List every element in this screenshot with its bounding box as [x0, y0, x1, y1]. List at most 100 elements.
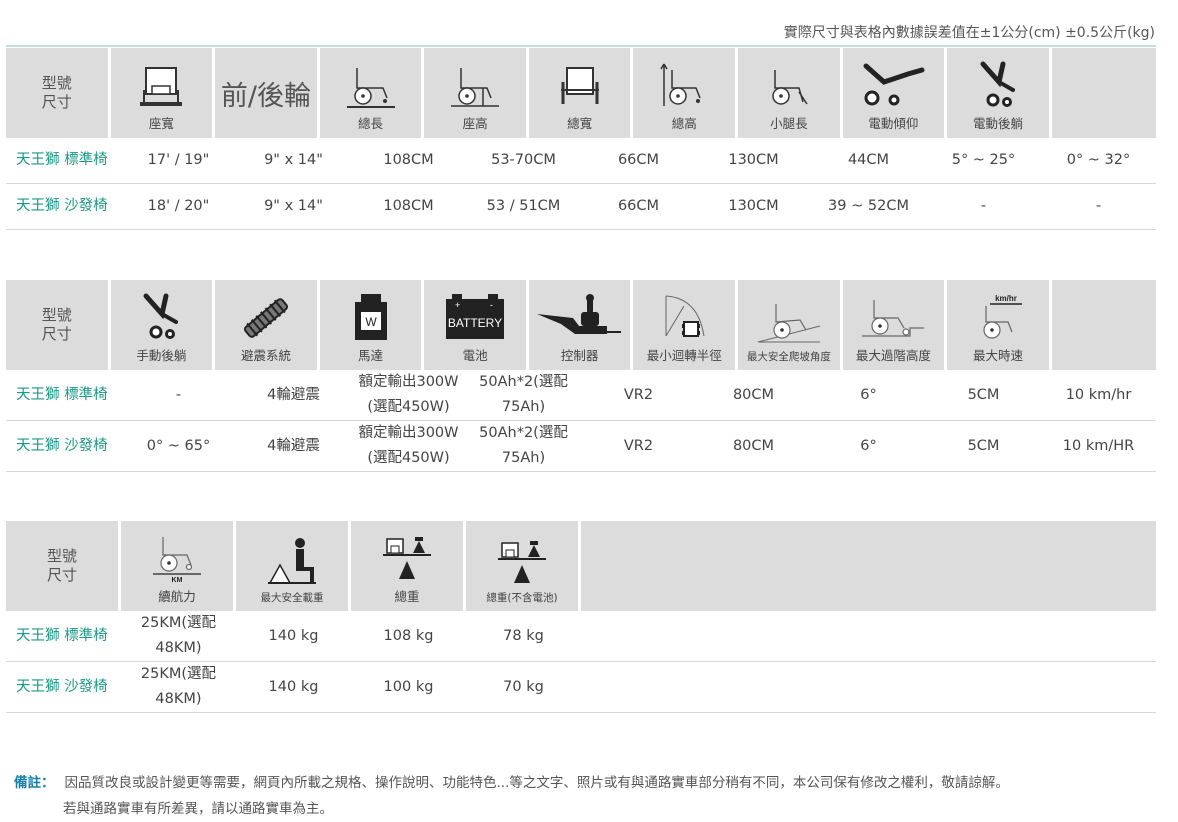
spec-table-performance: 型號 尺寸 手動後躺 避震系統 W 馬達 + - BATTERY 電池 控制器 …	[6, 280, 1157, 472]
model-size-header: 型號 尺寸	[6, 521, 121, 611]
max-load-value: 140 kg	[268, 678, 319, 695]
suspension-value: 4輪避震	[267, 437, 320, 454]
leg-length-icon	[772, 70, 808, 105]
motor-value: 額定輸出300W (選配450W)	[358, 374, 459, 415]
seat-width-value: 18' / 20"	[147, 198, 210, 214]
table-header-row: 型號 尺寸 手動後躺 避震系統 W 馬達 + - BATTERY 電池 控制器 …	[6, 280, 1157, 370]
remarks-line-2: 若與通路實車有所差異，請以通路實車為主。	[63, 801, 333, 817]
suspension-icon	[243, 298, 288, 338]
total-length-icon	[346, 68, 395, 108]
header-spacer	[1051, 280, 1157, 370]
total-width-value: 66CM	[617, 152, 660, 168]
model-name: 天王獅 標準椅	[16, 152, 108, 168]
model-name: 天王獅 標準椅	[16, 627, 108, 644]
header-label: 總長	[358, 116, 384, 131]
step-height-value: 5CM	[967, 386, 1000, 403]
slope-value: 6°	[860, 437, 877, 454]
model-label: 型號	[46, 547, 77, 565]
controller-value: VR2	[623, 437, 654, 454]
power-recline-icon	[980, 61, 1015, 107]
remarks-line-1: 因品質改良或設計變更等需要，網頁內所載之規格、操作說明、功能特色...等之文字、…	[64, 775, 1009, 791]
header-label: 總高	[671, 116, 697, 131]
header-label: 電動傾仰	[868, 116, 919, 131]
remarks-label: 備註：	[14, 775, 55, 791]
header-turning-radius: 最小迴轉半徑	[633, 280, 739, 370]
header-max-load: 最大安全載重	[236, 521, 351, 611]
total-height-value: 130CM	[728, 152, 779, 168]
header-label: 馬達	[358, 348, 384, 363]
spec-table-capacity: 型號 尺寸 KM 續航力 最大安全載重 總重 總重(不含電池) 天王獅 標準椅 …	[6, 521, 1156, 713]
header-label: 電池	[462, 348, 488, 363]
model-name: 天王獅 沙發椅	[16, 437, 108, 454]
wheels-text: 前/後輪	[220, 81, 311, 112]
model-size-header: 型號 尺寸	[6, 280, 111, 370]
battery-value: 50Ah*2(選配 75Ah)	[479, 425, 568, 466]
svg-text:+: +	[455, 300, 460, 310]
model-label: 型號	[41, 74, 72, 92]
header-total-height: 總高	[633, 48, 739, 138]
total-height-value: 130CM	[728, 198, 779, 214]
header-label: 續航力	[158, 589, 196, 604]
header-spacer	[1051, 48, 1157, 138]
size-label: 尺寸	[46, 566, 77, 584]
battery-value: 50Ah*2(選配 75Ah)	[479, 374, 568, 415]
svg-text:-: -	[490, 300, 493, 310]
header-range: KM 續航力	[121, 521, 236, 611]
seat-height-value: 53 / 51CM	[486, 198, 561, 214]
power-tilt-icon	[863, 63, 925, 106]
manual-recline-icon	[143, 293, 179, 339]
model-size-header: 型號 尺寸	[6, 48, 111, 138]
max-load-value: 140 kg	[268, 627, 319, 644]
table-header-row: 型號 尺寸 座寬 前/後輪 總長 座高 總寬 總高 小腿長 電動傾仰 電動後躺	[6, 48, 1157, 138]
header-label: 電動後躺	[972, 116, 1023, 131]
header-step-height: 最大過階高度	[843, 280, 948, 370]
weight-no-battery-value: 70 kg	[503, 678, 544, 695]
slope-value: 6°	[860, 386, 877, 403]
table-row: 天王獅 沙發椅 25KM(選配 48KM) 140 kg 100 kg 70 k…	[6, 662, 1156, 713]
weight-no-battery-value: 78 kg	[503, 627, 544, 644]
motor-icon-text: W	[365, 315, 377, 329]
battery-icon-text: BATTERY	[448, 316, 502, 330]
remarks: 備註： 因品質改良或設計變更等需要，網頁內所載之規格、操作說明、功能特色...等之…	[14, 770, 1164, 822]
header-label: 最大安全爬坡角度	[746, 351, 831, 363]
slope-icon	[757, 304, 820, 343]
total-width-value: 66CM	[617, 198, 660, 214]
header-label: 最大安全載重	[260, 592, 324, 604]
leg-length-value: 44CM	[847, 152, 890, 168]
model-name: 天王獅 標準椅	[16, 386, 108, 403]
top-divider	[6, 45, 1156, 47]
motor-icon: W	[354, 294, 387, 340]
model-name: 天王獅 沙發椅	[16, 678, 108, 695]
controller-value: VR2	[623, 386, 654, 403]
total-weight-value: 108 kg	[383, 627, 434, 644]
spec-table-dimensions: 型號 尺寸 座寬 前/後輪 總長 座高 總寬 總高 小腿長 電動傾仰 電動後躺 …	[6, 48, 1157, 230]
table-header-row: 型號 尺寸 KM 續航力 最大安全載重 總重 總重(不含電池)	[6, 521, 1156, 611]
size-label: 尺寸	[41, 325, 72, 343]
header-label: 最大過階高度	[855, 348, 931, 363]
step-height-icon	[862, 300, 925, 337]
power-recline-value: 0° ~ 32°	[1066, 152, 1131, 168]
total-width-icon	[560, 67, 599, 104]
header-motor: W 馬達	[320, 280, 425, 370]
step-height-value: 5CM	[967, 437, 1000, 454]
power-tilt-value: 5° ~ 25°	[951, 152, 1016, 168]
header-label: 手動後躺	[136, 348, 187, 363]
header-slope: 最大安全爬坡角度	[738, 280, 843, 370]
table-row: 天王獅 沙發椅 0° ~ 65° 4輪避震 額定輸出300W (選配450W) …	[6, 421, 1156, 472]
turning-radius-value: 80CM	[732, 386, 775, 403]
header-battery: + - BATTERY 電池	[424, 280, 529, 370]
header-total-width: 總寬	[529, 48, 634, 138]
size-label: 尺寸	[41, 93, 72, 111]
turning-radius-value: 80CM	[732, 437, 775, 454]
table-row: 天王獅 標準椅 17' / 19" 9" x 14" 108CM 53-70CM…	[6, 138, 1156, 184]
header-seat-height: 座高	[424, 48, 529, 138]
wheels-value: 9" x 14"	[264, 198, 323, 214]
header-speed: km/hr 最大時速	[947, 280, 1052, 370]
motor-value: 額定輸出300W (選配450W)	[358, 425, 459, 466]
header-spacer	[581, 521, 1156, 611]
total-length-value: 108CM	[383, 198, 434, 214]
max-load-icon	[268, 538, 316, 584]
header-leg-length: 小腿長	[738, 48, 843, 138]
header-power-recline: 電動後躺	[947, 48, 1052, 138]
seat-width-value: 17' / 19"	[147, 152, 210, 168]
